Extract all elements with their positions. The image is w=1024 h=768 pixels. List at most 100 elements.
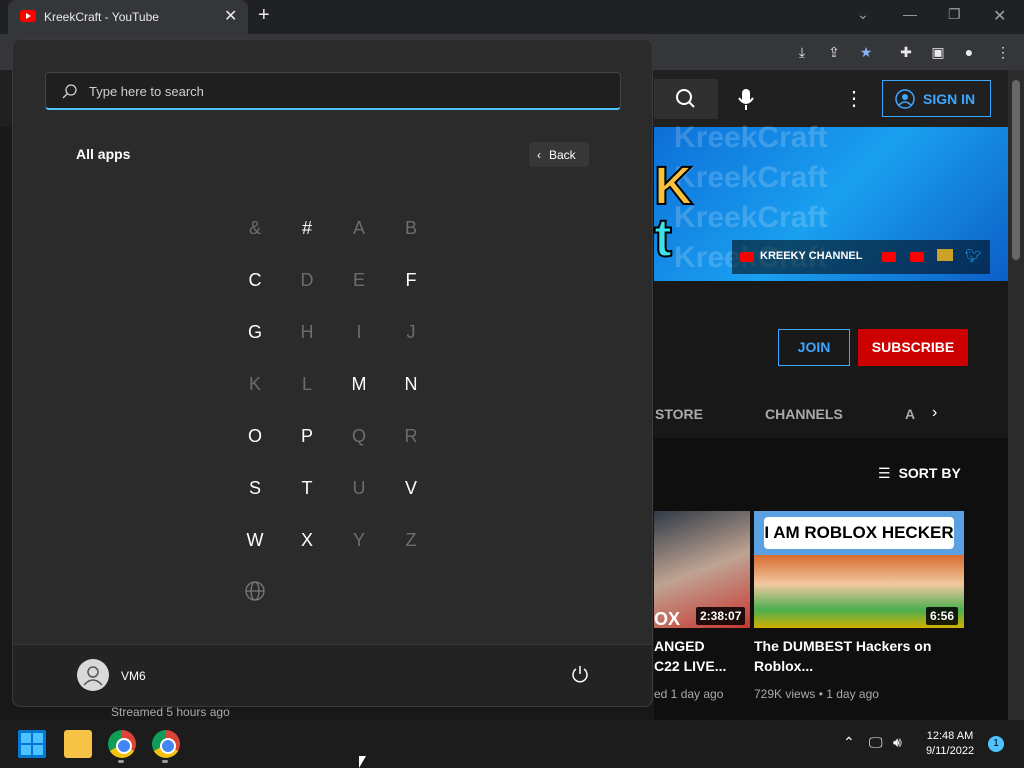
video-thumbnail[interactable]: OX 2:38:07 xyxy=(654,511,750,629)
clock-date: 9/11/2022 xyxy=(925,745,975,757)
profile-icon[interactable]: ● xyxy=(960,43,978,61)
page-strip xyxy=(0,706,654,720)
running-indicator xyxy=(162,760,168,763)
chrome-icon[interactable] xyxy=(152,730,180,758)
youtube-icon xyxy=(740,252,754,262)
sign-in-button[interactable]: SIGN IN xyxy=(882,80,991,117)
youtube-search-button[interactable] xyxy=(654,79,718,119)
new-tab-button[interactable]: + xyxy=(258,4,270,27)
roblox-icon[interactable] xyxy=(937,249,953,261)
letter-y: Y xyxy=(352,530,365,550)
letter-m[interactable]: M xyxy=(339,364,379,404)
scrollbar-thumb[interactable] xyxy=(1012,80,1020,260)
tab-store[interactable]: STORE xyxy=(655,406,703,422)
video-meta: Streamed 5 hours ago xyxy=(111,705,230,719)
subscribe-button[interactable]: SUBSCRIBE xyxy=(858,329,968,366)
letter-s[interactable]: S xyxy=(235,468,275,508)
letter-w[interactable]: W xyxy=(235,520,275,560)
letter-h: H xyxy=(300,322,314,342)
search-placeholder: Type here to search xyxy=(89,84,204,99)
tab-channels[interactable]: CHANNELS xyxy=(765,406,843,422)
file-explorer-icon[interactable] xyxy=(64,730,92,758)
browser-menu-icon[interactable]: ⋮ xyxy=(994,43,1012,61)
video-title-line: C22 LIVE... xyxy=(654,658,727,674)
letter-f[interactable]: F xyxy=(391,260,431,300)
youtube-icon[interactable] xyxy=(910,252,924,262)
windows-start-icon[interactable] xyxy=(18,730,46,758)
avatar[interactable] xyxy=(77,659,109,691)
letter-d: D xyxy=(300,270,314,290)
video-title[interactable]: ANGED C22 LIVE... xyxy=(654,636,726,676)
letter-u: U xyxy=(352,478,366,498)
twitter-icon[interactable]: 🐦︎ xyxy=(965,248,982,264)
youtube-icon[interactable] xyxy=(882,252,896,262)
share-icon[interactable]: ⇪ xyxy=(825,43,843,61)
network-icon[interactable]: 🖵︎ xyxy=(869,734,883,751)
video-meta: ed 1 day ago xyxy=(654,687,724,701)
mouse-cursor xyxy=(359,756,366,768)
letter-v[interactable]: V xyxy=(391,468,431,508)
sort-by-label: SORT BY xyxy=(898,465,961,481)
sign-in-label: SIGN IN xyxy=(923,90,976,107)
letter-j: J xyxy=(406,322,416,342)
start-search-input[interactable]: Type here to search xyxy=(45,72,621,110)
minimize-button[interactable]: — xyxy=(903,6,917,22)
video-title[interactable]: The DUMBEST Hackers on Roblox... xyxy=(754,636,931,676)
video-title-line: ANGED xyxy=(654,638,705,654)
globe-icon[interactable] xyxy=(244,580,266,602)
start-menu xyxy=(12,39,653,707)
chevron-left-icon: ‹ xyxy=(537,147,541,162)
letter-n[interactable]: N xyxy=(391,364,431,404)
person-icon xyxy=(83,666,103,686)
tab-about[interactable]: A xyxy=(905,406,915,422)
letter-x[interactable]: X xyxy=(287,520,327,560)
tab-close-button[interactable]: ✕ xyxy=(224,6,237,26)
banner-link-bar: KREEKY CHANNEL 🐦︎ xyxy=(732,240,990,274)
user-name[interactable]: VM6 xyxy=(121,669,146,683)
letter-e: E xyxy=(352,270,365,290)
letter-g[interactable]: G xyxy=(235,312,275,352)
taskbar-clock[interactable]: 12:48 AM 9/11/2022 xyxy=(920,729,980,759)
side-panel-icon[interactable]: ▣ xyxy=(929,43,947,61)
letter-i: I xyxy=(356,322,362,342)
letter-a: A xyxy=(352,218,365,238)
back-button[interactable]: ‹ Back xyxy=(529,142,589,167)
letter-hash[interactable]: # xyxy=(287,208,327,248)
sort-by-button[interactable]: ☰ SORT BY xyxy=(878,465,961,482)
voice-search-button[interactable] xyxy=(728,81,764,117)
chevron-right-icon[interactable]: › xyxy=(932,404,937,422)
volume-icon[interactable]: 🔊︎ xyxy=(893,734,902,751)
youtube-icon xyxy=(20,10,36,22)
letter-p[interactable]: P xyxy=(287,416,327,456)
mic-icon xyxy=(738,89,754,110)
extensions-icon[interactable]: ✚ xyxy=(897,43,915,61)
person-icon xyxy=(895,88,915,109)
video-title-line: Roblox... xyxy=(754,658,814,674)
close-window-button[interactable]: ✕ xyxy=(993,6,1006,26)
letter-c[interactable]: C xyxy=(235,260,275,300)
video-thumbnail[interactable]: I AM ROBLOX HECKER 6:56 xyxy=(754,511,964,628)
join-button[interactable]: JOIN xyxy=(778,329,850,366)
letter-q: Q xyxy=(351,426,366,446)
thumbnail-text: I AM ROBLOX HECKER xyxy=(764,517,954,549)
install-icon[interactable]: ⤓ xyxy=(793,43,811,61)
tab-search-icon[interactable]: ⌄ xyxy=(857,6,869,23)
power-icon[interactable] xyxy=(568,664,592,688)
browser-tab[interactable]: KreekCraft - YouTube ✕ xyxy=(8,0,248,34)
restore-button[interactable]: ❐ xyxy=(948,6,961,23)
video-duration: 6:56 xyxy=(926,607,959,625)
letter-t[interactable]: T xyxy=(287,468,327,508)
letter-o[interactable]: O xyxy=(235,416,275,456)
banner-channel-link[interactable]: KREEKY CHANNEL xyxy=(760,250,862,262)
page-scrollbar[interactable] xyxy=(1008,70,1024,720)
chevron-up-icon[interactable]: ⌃ xyxy=(843,734,855,751)
letter-l: L xyxy=(301,374,312,394)
notification-badge[interactable]: 1 xyxy=(988,736,1004,752)
running-indicator xyxy=(118,760,124,763)
bookmark-star-icon[interactable]: ★ xyxy=(857,43,875,61)
thumbnail-text: OX xyxy=(654,609,681,629)
tab-title: KreekCraft - YouTube xyxy=(44,10,159,24)
banner-watermark: KreekCraft xyxy=(674,201,828,234)
chrome-icon[interactable] xyxy=(108,730,136,758)
more-icon[interactable]: ⋮ xyxy=(844,86,864,112)
